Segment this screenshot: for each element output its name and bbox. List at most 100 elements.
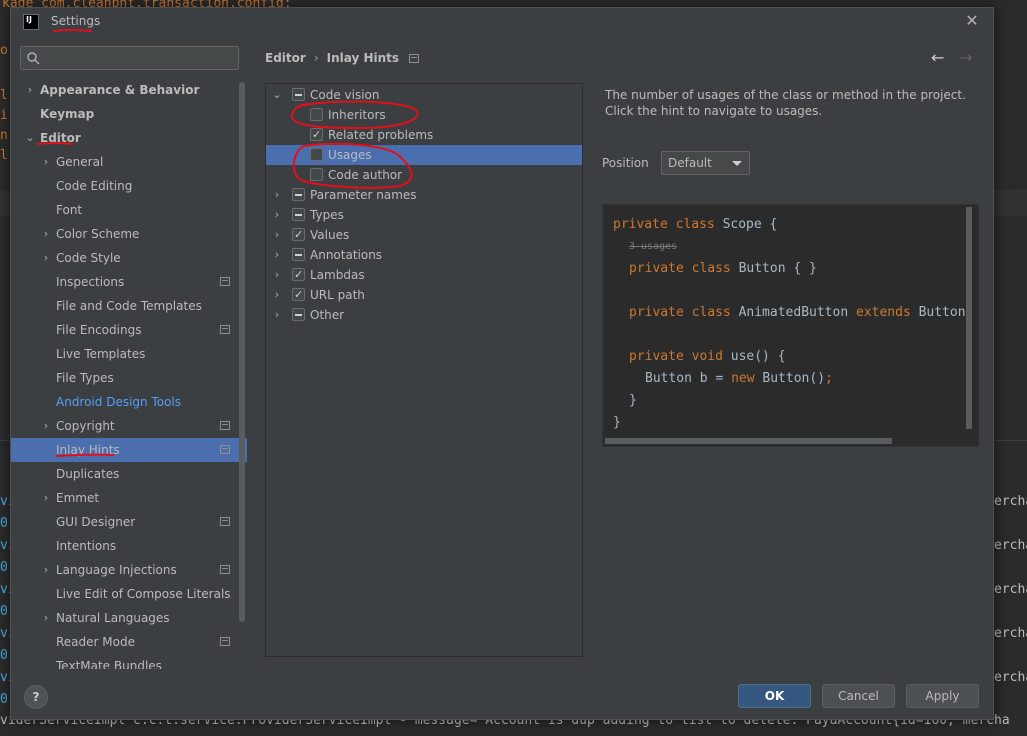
chevron-right-icon[interactable]: › [40,486,52,510]
chevron-right-icon[interactable]: › [271,265,283,285]
sidebar-item-appearance-behavior[interactable]: › Appearance & Behavior [11,78,247,102]
settings-dialog: IJ Settings ✕ › Appearance & Behavior Keym… [10,7,994,720]
sidebar-item-general[interactable]: › General [11,150,247,174]
chevron-right-icon[interactable]: › [271,305,283,325]
forward-arrow-icon[interactable]: → [959,48,972,67]
chevron-right-icon[interactable]: › [24,78,36,102]
sidebar-scrollbar[interactable] [239,82,245,622]
sidebar-item-language-injections[interactable]: › Language Injections [11,558,247,582]
hint-checkbox[interactable] [292,225,305,245]
chevron-right-icon[interactable]: › [40,246,52,270]
hint-checkbox[interactable] [292,265,305,285]
preview-line: } [613,415,621,430]
sidebar-item-color-scheme[interactable]: › Color Scheme [11,222,247,246]
position-dropdown[interactable]: Default [661,151,750,175]
chevron-right-icon[interactable]: › [271,225,283,245]
chevron-down-icon[interactable]: ⌄ [24,126,36,150]
hint-checkbox[interactable] [292,308,305,321]
sidebar-item-intentions[interactable]: Intentions [11,534,247,558]
close-icon[interactable]: ✕ [963,12,981,30]
hint-checkbox[interactable] [310,125,323,145]
sidebar-item-code-style[interactable]: › Code Style [11,246,247,270]
sidebar-item-label: Reader Mode [56,635,135,649]
hint-row-parameter-names[interactable]: › Parameter names [266,185,582,205]
hint-checkbox[interactable] [310,108,323,121]
sidebar-item-copyright[interactable]: › Copyright [11,414,247,438]
sidebar-item-editor[interactable]: ⌄ Editor [11,126,247,150]
hint-row-types[interactable]: › Types [266,205,582,225]
sidebar-item-natural-languages[interactable]: › Natural Languages [11,606,247,630]
chevron-right-icon[interactable]: › [271,285,283,305]
sidebar-item-android-design-tools[interactable]: Android Design Tools [11,390,247,414]
hint-checkbox[interactable] [310,168,323,181]
background-code-fragment: o [0,43,8,58]
project-level-icon [220,517,230,526]
hint-row-usages[interactable]: Usages [266,145,582,165]
hint-row-code-vision[interactable]: ⌄ Code vision [266,85,582,105]
preview-text: Button b = [645,371,732,386]
inlay-hints-tree: ⌄ Code vision Inheritors Related problems Us… [265,83,583,657]
sidebar-item-label: GUI Designer [56,515,136,529]
sidebar-item-textmate-bundles[interactable]: TextMate Bundles [11,654,247,669]
project-level-icon [220,421,230,430]
help-button[interactable]: ? [24,685,48,709]
sidebar-item-inspections[interactable]: Inspections [11,270,247,294]
chevron-right-icon[interactable]: › [40,606,52,630]
preview-horizontal-scrollbar[interactable] [605,438,892,444]
sidebar-item-inlay-hints[interactable]: Inlay Hints [11,438,247,462]
project-level-icon [220,565,230,574]
hint-checkbox[interactable] [292,248,305,261]
sidebar-item-label: File and Code Templates [56,299,202,313]
hint-checkbox[interactable] [292,88,305,101]
chevron-right-icon[interactable]: › [271,205,283,225]
sidebar-item-code-editing[interactable]: Code Editing [11,174,247,198]
breadcrumb-current: Inlay Hints [326,51,400,65]
cancel-button[interactable]: Cancel [822,684,895,708]
hint-checkbox[interactable] [292,285,305,305]
usages-inlay-hint[interactable]: 3 usages [629,241,677,252]
search-field[interactable] [20,46,239,70]
sidebar-item-keymap[interactable]: Keymap [11,102,247,126]
dialog-titlebar: IJ Settings ✕ [11,8,993,36]
hint-row-annotations[interactable]: › Annotations [266,245,582,265]
chevron-right-icon[interactable]: › [271,245,283,265]
sidebar-item-reader-mode[interactable]: Reader Mode [11,630,247,654]
chevron-down-icon[interactable]: ⌄ [271,85,283,105]
sidebar-item-live-templates[interactable]: Live Templates [11,342,247,366]
sidebar-item-label: Android Design Tools [56,395,182,409]
chevron-right-icon[interactable]: › [40,222,52,246]
hint-row-inheritors[interactable]: Inheritors [266,105,582,125]
apply-button[interactable]: Apply [906,684,979,708]
sidebar-item-file-encodings[interactable]: File Encodings [11,318,247,342]
sidebar-item-gui-designer[interactable]: GUI Designer [11,510,247,534]
chevron-right-icon[interactable]: › [271,185,283,205]
search-input[interactable] [45,48,235,68]
hint-row-code-author[interactable]: Code author [266,165,582,185]
hint-row-url-path[interactable]: › URL path [266,285,582,305]
hint-row-related-problems[interactable]: Related problems [266,125,582,145]
hint-checkbox[interactable] [310,148,323,161]
breadcrumb-parent[interactable]: Editor [265,51,306,65]
preview-keyword: private void [629,349,723,364]
hint-row-values[interactable]: › Values [266,225,582,245]
position-label: Position [602,156,649,170]
chevron-right-icon[interactable]: › [40,414,52,438]
hint-label: Values [310,228,350,242]
hint-checkbox[interactable] [292,208,305,221]
preview-vertical-scrollbar[interactable] [966,207,972,429]
sidebar-item-file-and-code-templates[interactable]: File and Code Templates [11,294,247,318]
sidebar-item-file-types[interactable]: File Types [11,366,247,390]
ok-button[interactable]: OK [738,684,811,708]
hint-checkbox[interactable] [292,188,305,201]
back-arrow-icon[interactable]: ← [931,48,944,67]
hint-label: URL path [310,288,365,302]
sidebar-item-font[interactable]: Font [11,198,247,222]
sidebar-item-emmet[interactable]: › Emmet [11,486,247,510]
sidebar-item-duplicates[interactable]: Duplicates [11,462,247,486]
hint-row-other[interactable]: › Other [266,305,582,325]
hint-row-lambdas[interactable]: › Lambdas [266,265,582,285]
hint-label: Lambdas [310,268,365,282]
sidebar-item-live-edit-of-compose-literals[interactable]: Live Edit of Compose Literals [11,582,247,606]
chevron-right-icon[interactable]: › [40,558,52,582]
chevron-right-icon[interactable]: › [40,150,52,174]
